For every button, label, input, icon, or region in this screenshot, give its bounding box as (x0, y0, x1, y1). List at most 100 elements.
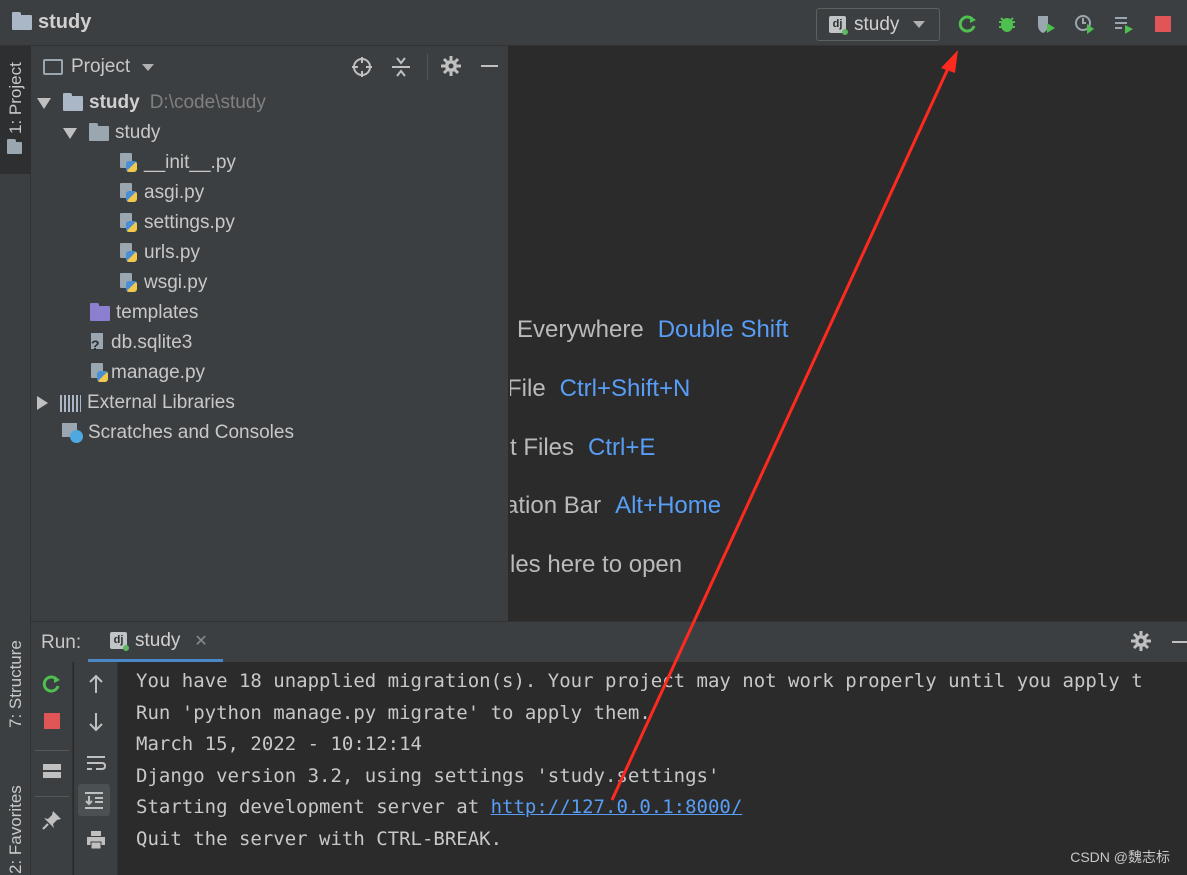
tree-item-file[interactable]: settings.py (119, 208, 235, 238)
console-line: Run 'python manage.py migrate' to apply … (136, 701, 651, 724)
project-panel-title[interactable]: Project (71, 56, 130, 78)
tab-project[interactable]: 1: Project (0, 46, 31, 174)
hint-shortcut: Double Shift (657, 316, 789, 343)
profile-icon[interactable] (1074, 13, 1096, 35)
tab-favorites[interactable]: 2: Favorites (0, 774, 31, 875)
tree-item-manage[interactable]: manage.py (90, 358, 205, 388)
locate-icon[interactable] (351, 56, 373, 84)
tree-item-label: study (115, 122, 161, 143)
django-icon: dj (829, 16, 848, 35)
close-icon[interactable]: ✕ (194, 631, 207, 651)
console-text: Starting development server at (136, 796, 491, 819)
minimize-icon[interactable] (481, 65, 498, 67)
divider (35, 796, 69, 797)
console-line: Django version 3.2, using settings 'stud… (136, 764, 720, 787)
tree-item-file[interactable]: __init__.py (119, 148, 236, 178)
tree-item-label: __init__.py (144, 152, 236, 173)
stop-icon[interactable] (31, 712, 72, 736)
folder-icon (12, 12, 32, 30)
watermark: CSDN @魏志标 (1070, 849, 1170, 865)
folder-icon (7, 139, 22, 154)
tree-item-file[interactable]: urls.py (119, 238, 200, 268)
run-toolbar-secondary (74, 662, 118, 875)
templates-folder-icon (90, 302, 110, 321)
expanded-arrow-icon (63, 127, 77, 139)
server-url-link[interactable]: http://127.0.0.1:8000/ (491, 796, 743, 818)
hint-search-everywhere: Everywhere Double Shift (517, 316, 788, 344)
project-name: study (38, 11, 92, 33)
chevron-down-icon[interactable] (142, 63, 155, 71)
tree-item-db[interactable]: db.sqlite3 (90, 328, 192, 358)
console-output[interactable]: You have 18 unapplied migration(s). Your… (136, 666, 1143, 856)
tree-item-external-libraries[interactable]: External Libraries (37, 388, 235, 418)
hint-text: ation Bar (510, 492, 602, 519)
python-file-icon (90, 363, 109, 383)
debug-icon[interactable] (996, 13, 1018, 35)
run-configuration-label: study (854, 13, 900, 35)
arrow-up-icon[interactable] (74, 674, 117, 700)
tree-item-label: db.sqlite3 (111, 332, 193, 353)
run-panel: Run: dj study ✕ You have 18 unapplied mi… (31, 621, 1187, 875)
tree-item-templates[interactable]: templates (90, 298, 198, 328)
expanded-arrow-icon (37, 97, 51, 109)
tree-item-label: wsgi.py (144, 272, 208, 293)
scroll-to-end-button[interactable] (78, 784, 110, 816)
tree-item-study-package[interactable]: study (63, 118, 160, 148)
divider (35, 750, 69, 751)
scratches-icon (62, 423, 84, 443)
editor-empty-area[interactable]: Everywhere Double Shift File Ctrl+Shift+N … (510, 46, 1187, 621)
tab-project-label: 1: Project (6, 62, 25, 134)
library-icon (60, 394, 81, 412)
project-breadcrumb[interactable]: study (12, 11, 91, 34)
rerun-icon[interactable] (31, 674, 72, 700)
tree-item-label: settings.py (144, 212, 235, 233)
python-file-icon (119, 213, 138, 233)
hint-text: t Files (510, 434, 575, 461)
tab-run-study[interactable]: dj study ✕ (88, 622, 223, 662)
collapse-all-icon[interactable] (391, 56, 411, 84)
tree-item-label: External Libraries (87, 392, 235, 413)
stop-icon[interactable] (1152, 13, 1174, 35)
tab-structure[interactable]: 7: Structure (0, 628, 31, 748)
tree-item-scratches[interactable]: Scratches and Consoles (62, 418, 294, 448)
tree-item-file[interactable]: wsgi.py (119, 268, 207, 298)
unknown-file-icon (90, 333, 109, 353)
run-label: Run: (41, 632, 82, 653)
hint-text: les here to open (510, 551, 683, 578)
title-bar: study dj study (0, 0, 1187, 46)
tree-item-label: Scratches and Consoles (88, 422, 294, 443)
project-panel-header: Project (31, 46, 508, 88)
rerun-icon[interactable] (957, 13, 979, 35)
python-file-icon (119, 153, 138, 173)
console-line: You have 18 unapplied migration(s). Your… (136, 670, 1143, 692)
run-configuration-select[interactable]: dj study (816, 8, 940, 41)
tree-item-label: templates (116, 302, 199, 323)
left-tool-strip: 1: Project 7: Structure 2: Favorites (0, 46, 31, 875)
hint-navigation-bar: ation Bar Alt+Home (510, 492, 721, 520)
pin-icon[interactable] (31, 810, 72, 836)
tree-item-label: urls.py (144, 242, 200, 263)
gear-icon[interactable] (441, 56, 461, 82)
console-line: Quit the server with CTRL-BREAK. (136, 827, 503, 850)
hint-text: Everywhere (517, 316, 644, 343)
run-with-coverage-icon[interactable] (1035, 13, 1057, 35)
collapsed-arrow-icon (37, 396, 48, 410)
arrow-down-icon[interactable] (74, 712, 117, 738)
restore-layout-icon[interactable] (31, 762, 72, 785)
run-concurrency-icon[interactable] (1113, 13, 1135, 35)
tree-item-file[interactable]: asgi.py (119, 178, 204, 208)
tree-item-path: D:\code\study (149, 92, 266, 113)
tree-item-label: manage.py (111, 362, 206, 383)
print-icon[interactable] (74, 830, 117, 856)
python-file-icon (119, 273, 138, 293)
minimize-icon[interactable] (1172, 641, 1187, 643)
hint-recent-files: t Files Ctrl+E (510, 434, 655, 462)
hint-text: File (510, 375, 546, 402)
console-line: March 15, 2022 - 10:12:14 (136, 733, 422, 756)
panel-icon (43, 59, 63, 75)
gear-icon[interactable] (1131, 631, 1151, 657)
tree-item-root[interactable]: study D:\code\study (37, 88, 266, 118)
soft-wrap-icon[interactable] (74, 754, 117, 778)
django-icon: dj (110, 632, 129, 651)
console-line: Starting development server at http://12… (136, 792, 1143, 824)
